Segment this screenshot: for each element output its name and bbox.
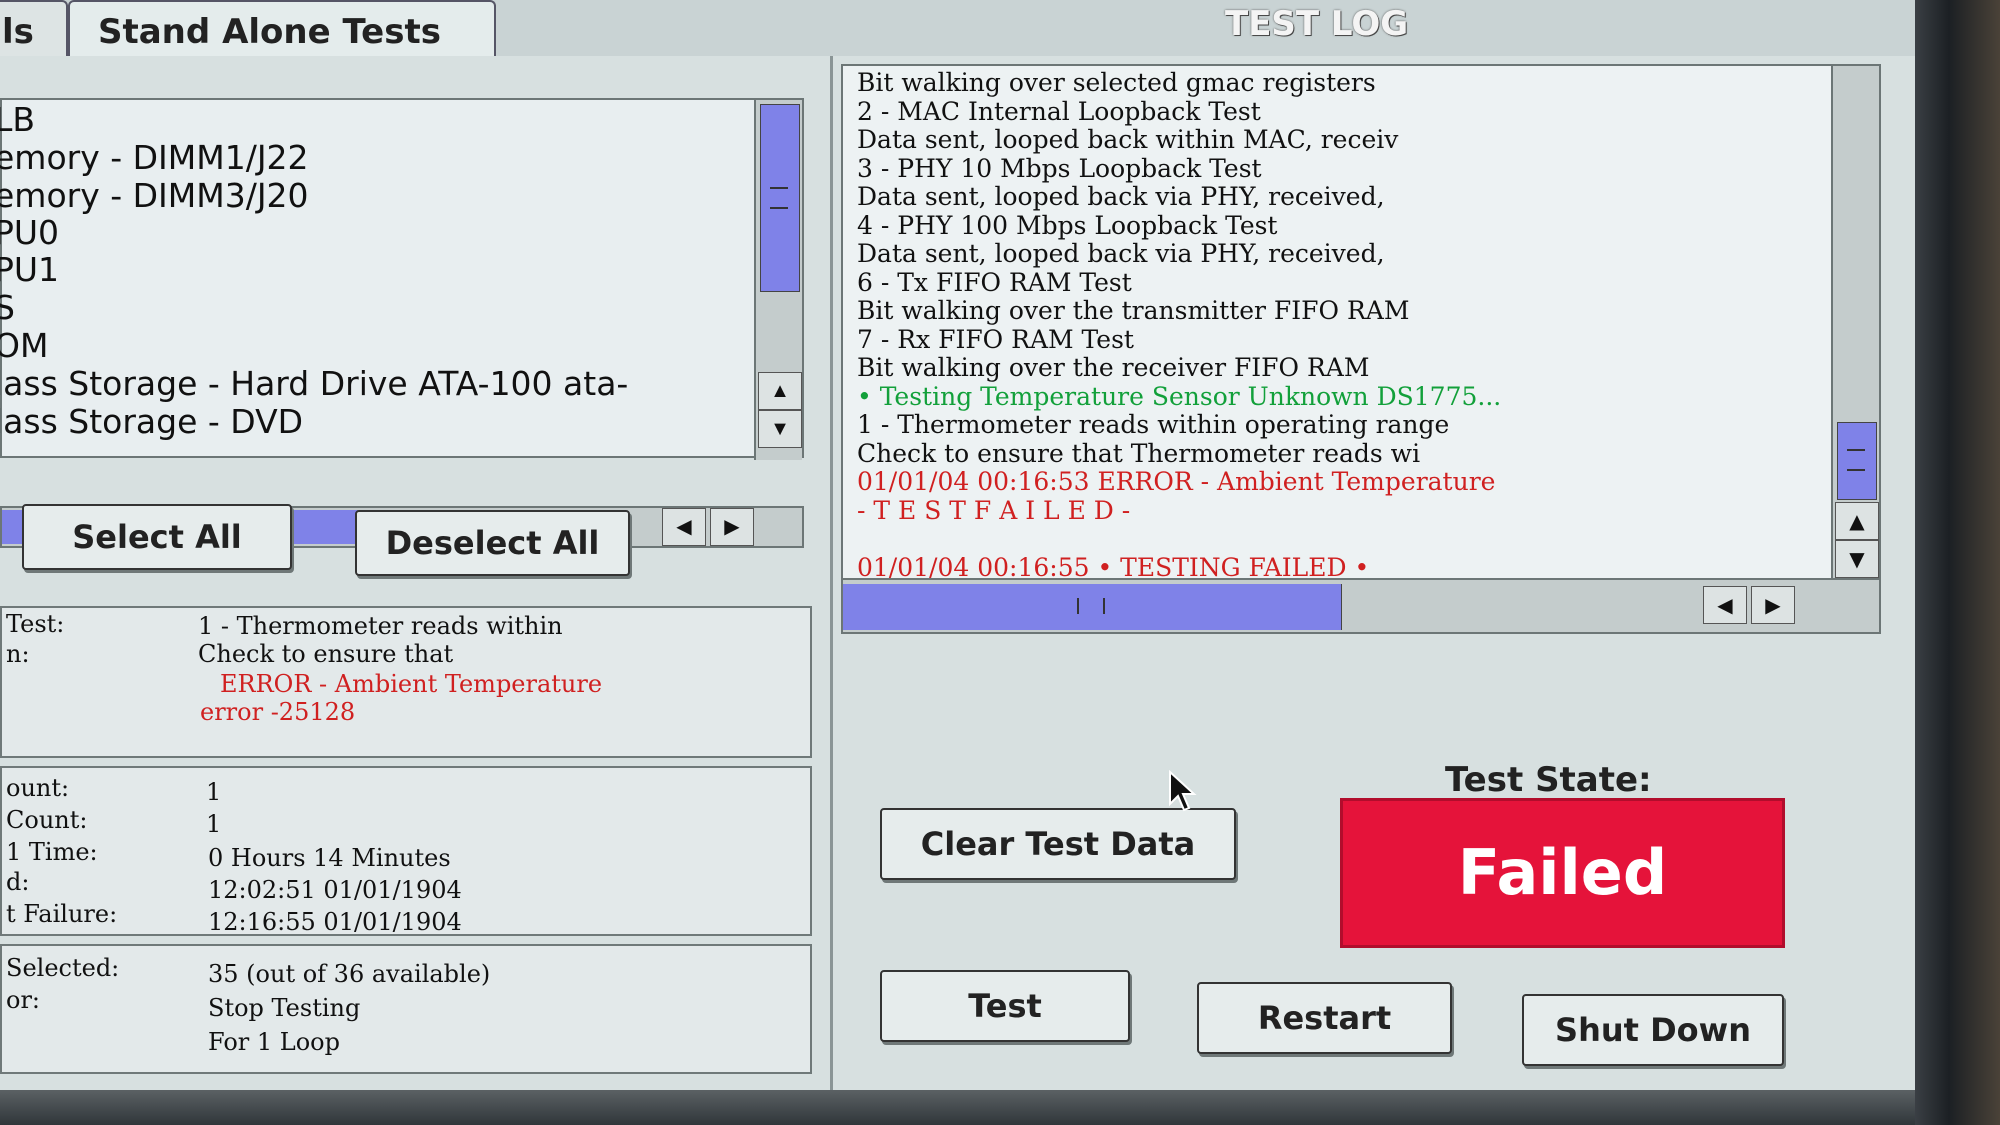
log-line: 6 - Tx FIFO RAM Test xyxy=(857,267,1132,297)
description-value: Check to ensure that xyxy=(198,640,454,668)
error-message: ERROR - Ambient Temperature xyxy=(220,670,603,698)
log-line: 3 - PHY 10 Mbps Loopback Test xyxy=(857,153,1262,183)
log-vertical-scrollbar[interactable]: ▲ ▼ xyxy=(1831,66,1879,578)
stat-value: 1 xyxy=(206,810,222,838)
test-button[interactable]: Test xyxy=(880,970,1130,1042)
mouse-cursor-icon xyxy=(1169,770,1197,812)
log-line: • Testing Temperature Sensor Unknown DS1… xyxy=(857,381,1502,411)
grip-icon xyxy=(1847,449,1865,471)
description-label: n: xyxy=(6,640,30,668)
stat-value: 1 xyxy=(206,778,222,806)
scroll-down-icon[interactable]: ▼ xyxy=(758,410,802,448)
screen: ls Stand Alone Tests TEST LOG LB emory -… xyxy=(0,0,1915,1090)
log-line: Data sent, looped back via PHY, received… xyxy=(857,182,1385,211)
monitor-bezel xyxy=(1915,0,2000,1125)
scroll-thumb[interactable] xyxy=(843,584,1342,630)
left-panel: LB emory - DIMM1/J22 emory - DIMM3/J20 P… xyxy=(0,56,833,1090)
stat-label: d: xyxy=(6,868,30,896)
log-line: 1 - Thermometer reads within operating r… xyxy=(857,410,1450,439)
list-item[interactable]: PU1 xyxy=(0,250,59,289)
log-line: 7 - Rx FIFO RAM Test xyxy=(857,324,1134,354)
scroll-left-icon[interactable]: ◀ xyxy=(1703,586,1747,624)
scroll-up-icon[interactable]: ▲ xyxy=(758,372,802,410)
option-label: Selected: xyxy=(6,954,120,982)
monitor-bezel xyxy=(0,1090,1915,1125)
list-item[interactable]: PU0 xyxy=(0,213,59,252)
test-log-title: TEST LOG xyxy=(1225,4,1409,44)
tab-stand-alone-tests[interactable]: Stand Alone Tests xyxy=(68,0,496,58)
option-label: or: xyxy=(6,986,41,1014)
log-line: 2 - MAC Internal Loopback Test xyxy=(857,96,1261,126)
stat-value: 12:16:55 01/01/1904 xyxy=(208,908,462,936)
test-log[interactable]: Bit walking over selected gmac registers… xyxy=(841,64,1881,634)
scroll-thumb[interactable] xyxy=(760,104,800,292)
test-list[interactable]: LB emory - DIMM1/J22 emory - DIMM3/J20 P… xyxy=(0,98,804,460)
error-code: error -25128 xyxy=(200,698,356,726)
test-label: Test: xyxy=(6,610,65,638)
scroll-thumb[interactable] xyxy=(1837,422,1877,500)
stat-label: ount: xyxy=(6,774,70,802)
log-line: Data sent, looped back via PHY, received… xyxy=(857,239,1385,268)
stat-label: Count: xyxy=(6,806,88,834)
list-item[interactable]: S xyxy=(0,288,15,327)
test-value: 1 - Thermometer reads within xyxy=(198,612,563,640)
test-state-label: Test State: xyxy=(1445,760,1652,800)
options-box: Selected: 35 (out of 36 available) or: S… xyxy=(0,944,812,1074)
list-item[interactable]: emory - DIMM1/J22 xyxy=(0,138,309,177)
deselect-all-button[interactable]: Deselect All xyxy=(355,510,630,576)
option-value: 35 (out of 36 available) xyxy=(208,960,491,988)
shut-down-button[interactable]: Shut Down xyxy=(1522,994,1784,1066)
log-line: Bit walking over the transmitter FIFO RA… xyxy=(857,296,1410,325)
list-item[interactable]: emory - DIMM3/J20 xyxy=(0,176,309,215)
list-item[interactable]: lass Storage - DVD xyxy=(0,402,303,441)
log-line: 01/01/04 00:16:53 ERROR - Ambient Temper… xyxy=(857,467,1496,496)
log-line: Bit walking over selected gmac registers xyxy=(857,68,1376,97)
scroll-right-icon[interactable]: ▶ xyxy=(710,508,754,546)
stat-label: t Failure: xyxy=(6,900,118,928)
scroll-down-icon[interactable]: ▼ xyxy=(1835,540,1879,578)
list-item[interactable]: OM xyxy=(0,326,48,365)
list-item[interactable]: lass Storage - Hard Drive ATA-100 ata- xyxy=(0,364,628,403)
scroll-up-icon[interactable]: ▲ xyxy=(1835,502,1879,540)
grip-icon xyxy=(770,187,788,209)
restart-button[interactable]: Restart xyxy=(1197,982,1452,1054)
list-item[interactable]: LB xyxy=(0,100,35,139)
option-value: Stop Testing xyxy=(208,994,361,1022)
grip-icon xyxy=(1077,598,1105,614)
scroll-left-icon[interactable]: ◀ xyxy=(662,508,706,546)
stats-box: ount: 1 Count: 1 1 Time: 0 Hours 14 Minu… xyxy=(0,766,812,936)
stat-value: 0 Hours 14 Minutes xyxy=(208,844,451,872)
tab-previous[interactable]: ls xyxy=(0,0,68,58)
log-line: Data sent, looped back within MAC, recei… xyxy=(857,125,1399,154)
log-line: 4 - PHY 100 Mbps Loopback Test xyxy=(857,210,1278,240)
list-vertical-scrollbar[interactable]: ▲ ▼ xyxy=(754,100,802,460)
log-line: - T E S T F A I L E D - xyxy=(857,495,1131,525)
stat-label: 1 Time: xyxy=(6,838,98,866)
log-horizontal-scrollbar[interactable]: ◀ ▶ xyxy=(843,578,1879,632)
log-line: Bit walking over the receiver FIFO RAM xyxy=(857,353,1370,382)
test-state-badge: Failed xyxy=(1340,798,1785,948)
scroll-right-icon[interactable]: ▶ xyxy=(1751,586,1795,624)
log-line: Check to ensure that Thermometer reads w… xyxy=(857,438,1421,468)
clear-test-data-button[interactable]: Clear Test Data xyxy=(880,808,1236,880)
current-test-box: Test: 1 - Thermometer reads within n: Ch… xyxy=(0,606,812,758)
select-all-button[interactable]: Select All xyxy=(22,504,292,570)
option-value: For 1 Loop xyxy=(208,1028,340,1056)
stat-value: 12:02:51 01/01/1904 xyxy=(208,876,462,904)
